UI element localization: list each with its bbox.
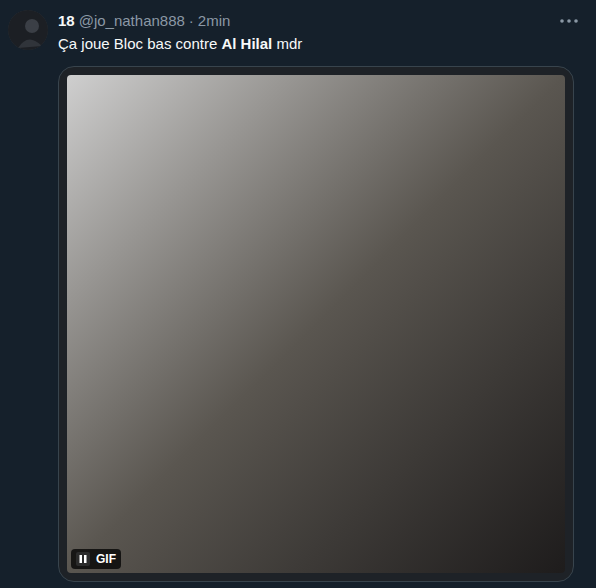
pause-icon	[78, 554, 88, 564]
text-segment-style: mdr	[272, 35, 302, 52]
more-button[interactable]	[558, 11, 580, 31]
gif-frame	[67, 75, 565, 573]
separator: ·	[189, 11, 194, 31]
avatar[interactable]	[8, 10, 48, 50]
pause-button[interactable]	[76, 552, 90, 566]
text-segment: Al Hilal	[221, 35, 272, 52]
text-segment-style: Ça joue Bloc bas contre	[58, 35, 221, 52]
tweet-text: Ça joue Bloc bas contre Al Hilal mdr	[58, 34, 580, 54]
more-icon	[560, 19, 578, 23]
tweet-body: 18@jo_nathan888·2minÇa joue Bloc bas con…	[58, 10, 580, 582]
tweet-time[interactable]: 2min	[198, 11, 231, 31]
gif-media[interactable]: GIF	[58, 66, 574, 582]
gif-label: GIF	[96, 551, 116, 567]
text-segment-style: Al Hilal	[221, 35, 272, 52]
author-handle[interactable]: @jo_nathan888	[79, 11, 185, 31]
avatar-icon	[8, 10, 48, 50]
text-segment: Ça joue Bloc bas contre	[58, 35, 221, 52]
gif-badge[interactable]: GIF	[71, 549, 121, 569]
author-name[interactable]: 18	[58, 11, 75, 31]
tweet-header: 18@jo_nathan888·2min	[58, 10, 580, 32]
text-segment: mdr	[272, 35, 302, 52]
